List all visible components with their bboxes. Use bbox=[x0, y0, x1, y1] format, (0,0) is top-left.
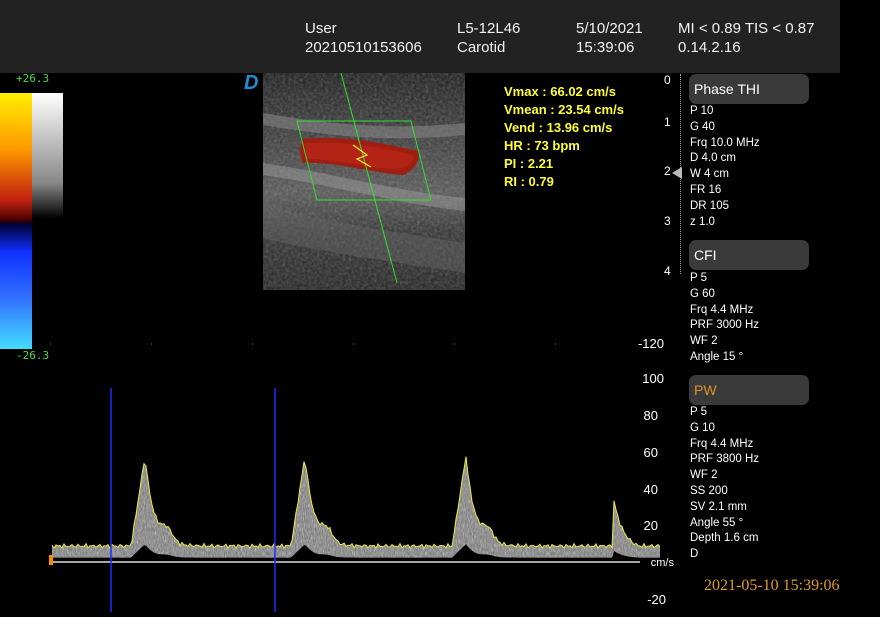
grayscale-bar bbox=[32, 93, 63, 349]
spectral-doppler[interactable] bbox=[0, 340, 684, 612]
panel-thi-params: P 10 G 40 Frq 10.0 MHz D 4.0 cm W 4 cm F… bbox=[690, 104, 760, 230]
footer-timestamp: 2021-05-10 15:39:06 bbox=[704, 577, 840, 594]
depth-mark: 0 bbox=[664, 73, 671, 87]
thi-param: D 4.0 cm bbox=[690, 152, 737, 165]
hr-value: HR : 73 bpm bbox=[504, 138, 580, 153]
thi-param: Frq 10.0 MHz bbox=[690, 136, 760, 149]
depth-mark: 1 bbox=[664, 115, 671, 129]
thi-param: G 40 bbox=[690, 120, 715, 133]
colorbar-max-label: +26.3 bbox=[16, 72, 50, 85]
preset-name: Carotid bbox=[457, 39, 506, 56]
imaging-logo: D bbox=[244, 72, 259, 94]
pw-param: D bbox=[690, 548, 699, 561]
panel-pw-params: P 5 G 10 Frq 4.4 MHz PRF 3800 Hz WF 2 SS… bbox=[690, 405, 759, 563]
cfi-param: P 5 bbox=[690, 272, 708, 284]
vmax-value: Vmax : 66.02 cm/s bbox=[504, 84, 617, 99]
focus-marker-icon[interactable] bbox=[672, 167, 682, 179]
pw-param: G 10 bbox=[690, 421, 715, 434]
exam-date: 5/10/2021 bbox=[576, 20, 643, 37]
pw-param: P 5 bbox=[690, 406, 708, 418]
panel-pw-title[interactable]: PW bbox=[689, 375, 809, 405]
velocity-scale-label: 40 bbox=[643, 482, 658, 497]
pw-param: SV 2.1 mm bbox=[690, 500, 747, 513]
cfi-param: Frq 4.4 MHz bbox=[690, 303, 754, 316]
pw-param: WF 2 bbox=[690, 469, 718, 482]
cfi-param: PRF 3000 Hz bbox=[690, 319, 760, 332]
velocity-scale-label: 100 bbox=[642, 371, 664, 386]
pw-param: Depth 1.6 cm bbox=[690, 532, 759, 545]
exam-time: 15:39:06 bbox=[576, 39, 635, 56]
depth-mark: 3 bbox=[664, 214, 671, 228]
panel-thi-title[interactable]: Phase THI bbox=[689, 74, 809, 104]
pw-param: PRF 3800 Hz bbox=[690, 453, 760, 466]
depth-mark: 4 bbox=[664, 264, 671, 278]
vmean-value: Vmean : 23.54 cm/s bbox=[504, 102, 624, 117]
velocity-scale-label: -20 bbox=[647, 592, 666, 607]
probe-name: L5-12L46 bbox=[457, 20, 521, 37]
header-bar: User 20210510153606 L5-12L46 Carotid 5/1… bbox=[0, 0, 840, 73]
exam-id: 20210510153606 bbox=[305, 39, 422, 56]
thi-param: W 4 cm bbox=[690, 168, 729, 181]
velocity-scale-label: 20 bbox=[643, 518, 658, 533]
user-label: User bbox=[305, 20, 337, 37]
bmode-canvas bbox=[263, 72, 465, 290]
color-velocity-bar bbox=[0, 93, 32, 349]
spectral-canvas bbox=[49, 340, 684, 612]
thi-param: P 10 bbox=[690, 105, 714, 117]
safety-indices: MI < 0.89 TIS < 0.87 bbox=[678, 20, 815, 37]
vend-value: Vend : 13.96 cm/s bbox=[504, 120, 613, 135]
thi-param: z 1.0 bbox=[690, 215, 715, 228]
pi-value: PI : 2.21 bbox=[504, 156, 554, 171]
panel-cfi-params: P 5 G 60 Frq 4.4 MHz PRF 3000 Hz WF 2 An… bbox=[690, 271, 759, 366]
depth-mark: 2 bbox=[664, 164, 671, 178]
measurement-list: Vmax : 66.02 cm/s Vmean : 23.54 cm/s Ven… bbox=[504, 83, 624, 191]
thi-param: DR 105 bbox=[690, 199, 729, 212]
cfi-param: Angle 15 ° bbox=[690, 350, 744, 363]
baseline-marker-icon bbox=[49, 555, 53, 565]
ri-value: RI : 0.79 bbox=[504, 174, 554, 189]
velocity-scale-label: 80 bbox=[643, 408, 658, 423]
velocity-unit-label: cm/s bbox=[650, 557, 674, 569]
thi-param: FR 16 bbox=[690, 183, 722, 196]
velocity-scale-label: 60 bbox=[643, 445, 658, 460]
pw-param: Angle 55 ° bbox=[690, 516, 744, 529]
bmode-image[interactable] bbox=[263, 72, 465, 290]
pw-param: Frq 4.4 MHz bbox=[690, 437, 754, 450]
pw-param: SS 200 bbox=[690, 484, 728, 497]
velocity-scale-label: -120 bbox=[637, 336, 664, 351]
software-version: 0.14.2.16 bbox=[678, 39, 741, 56]
panel-cfi-title[interactable]: CFI bbox=[689, 240, 809, 270]
cfi-param: WF 2 bbox=[690, 335, 718, 348]
cfi-param: G 60 bbox=[690, 287, 715, 300]
